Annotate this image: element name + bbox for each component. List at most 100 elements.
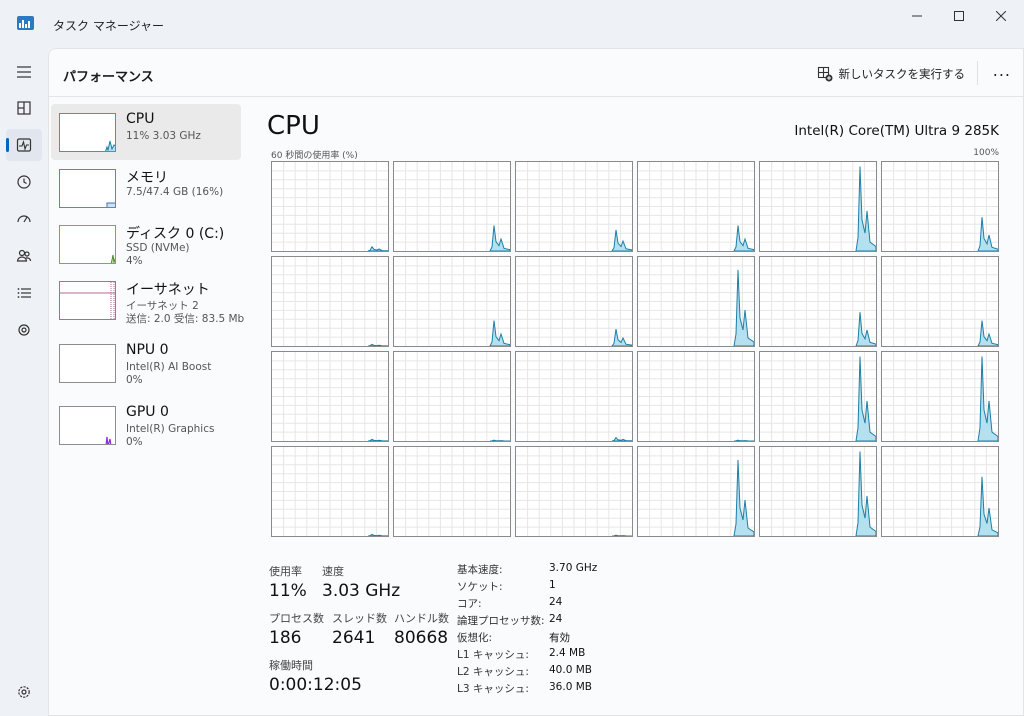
perf-item-ethernet[interactable]: イーサネット イーサネット 2 送信: 2.0 受信: 83.5 Mbps — [51, 272, 244, 334]
core-graph-plot — [760, 352, 876, 441]
info-key: L2 キャッシュ: — [457, 666, 529, 678]
perf-item-name: メモリ — [126, 170, 168, 186]
core-graph — [881, 256, 999, 347]
usage-value: 11% — [269, 581, 307, 601]
perf-item-npu[interactable]: NPU 0 Intel(R) AI Boost 0% — [51, 335, 241, 391]
close-button[interactable] — [978, 0, 1024, 32]
uptime-value: 0:00:12:05 — [269, 675, 362, 695]
core-graph — [881, 161, 999, 252]
core-graph — [637, 351, 755, 442]
perf-item-usage: 0% — [126, 374, 143, 386]
processes-icon — [17, 101, 31, 115]
info-key: 基本速度: — [457, 564, 503, 576]
core-graph — [881, 446, 999, 537]
core-usage-series — [855, 451, 876, 536]
nav-services[interactable] — [6, 314, 42, 346]
handle-count-label: ハンドル数 — [394, 612, 449, 625]
nav-settings[interactable] — [6, 676, 42, 708]
nav-processes[interactable] — [6, 92, 42, 124]
perf-item-name: NPU 0 — [126, 342, 169, 358]
maximize-button[interactable] — [936, 0, 982, 32]
core-graph — [515, 446, 633, 537]
core-graph-plot — [272, 162, 388, 251]
graph-time-label: 60 秒間の使用率 (%) — [271, 151, 358, 161]
thread-count-value: 2641 — [332, 628, 376, 648]
core-usage-series — [855, 312, 876, 346]
nav-performance[interactable] — [6, 129, 42, 161]
core-graph — [393, 256, 511, 347]
core-usage-series — [489, 225, 510, 251]
core-usage-series — [367, 343, 388, 346]
nav-startup-apps[interactable] — [6, 203, 42, 235]
core-graph — [637, 256, 755, 347]
core-usage-series — [733, 459, 754, 536]
performance-list: CPU 11% 3.03 GHz メモリ 7.5/47.4 GB (16%) デ… — [49, 97, 249, 716]
settings-icon — [18, 686, 30, 698]
handle-count-value: 80668 — [394, 628, 449, 648]
nav-app-history[interactable] — [6, 166, 42, 198]
maximize-icon — [954, 11, 964, 21]
core-graph — [881, 351, 999, 442]
usage-label: 使用率 — [269, 565, 302, 578]
core-usage-series — [367, 533, 388, 536]
core-graph — [271, 161, 389, 252]
header-separator — [977, 61, 978, 85]
nav-users[interactable] — [6, 240, 42, 272]
ethernet-thumbnail-graph — [59, 281, 116, 320]
core-graph-plot — [272, 447, 388, 536]
left-navigation — [0, 48, 48, 716]
perf-item-usage: 0% — [126, 436, 143, 448]
core-usage-series — [733, 225, 754, 251]
hamburger-menu-button[interactable] — [6, 56, 42, 88]
info-value: 1 — [549, 579, 556, 591]
npu-thumbnail-graph — [59, 344, 116, 383]
core-usage-series — [367, 245, 388, 251]
info-key: L1 キャッシュ: — [457, 649, 529, 661]
core-graph — [515, 161, 633, 252]
run-new-task-label: 新しいタスクを実行する — [838, 67, 966, 81]
perf-item-gpu[interactable]: GPU 0 Intel(R) Graphics 0% — [51, 397, 241, 453]
info-key: 仮想化: — [457, 632, 493, 644]
core-usage-series — [367, 438, 388, 441]
perf-item-cpu[interactable]: CPU 11% 3.03 GHz — [51, 104, 241, 160]
nav-details[interactable] — [6, 277, 42, 309]
perf-item-memory[interactable]: メモリ 7.5/47.4 GB (16%) — [51, 160, 241, 216]
core-usage-series — [733, 439, 754, 441]
core-graph-plot — [272, 257, 388, 346]
info-value: 2.4 MB — [549, 647, 586, 659]
process-count-label: プロセス数 — [269, 612, 324, 625]
core-graph-plot — [760, 162, 876, 251]
info-key: 論理プロセッサ数: — [457, 615, 545, 627]
cpu-model-name: Intel(R) Core(TM) Ultra 9 285K — [794, 123, 999, 139]
info-key: ソケット: — [457, 581, 503, 593]
core-graph-plot — [882, 162, 998, 251]
perf-item-detail: 7.5/47.4 GB (16%) — [126, 186, 224, 198]
core-graph — [271, 256, 389, 347]
more-options-button[interactable]: ... — [993, 61, 1011, 80]
perf-item-throughput: 送信: 2.0 受信: 83.5 Mbps — [126, 313, 244, 325]
core-graph-plot — [638, 257, 754, 346]
core-graph — [515, 256, 633, 347]
core-usage-series — [855, 356, 876, 441]
core-usage-series — [489, 439, 510, 441]
disk-thumbnail-graph — [59, 225, 116, 264]
core-graph-plot — [882, 257, 998, 346]
run-new-task-button[interactable]: 新しいタスクを実行する — [817, 63, 966, 85]
title-bar: タスク マネージャー — [0, 0, 1024, 48]
users-icon — [16, 249, 32, 262]
speed-value: 3.03 GHz — [322, 581, 401, 601]
perf-item-disk[interactable]: ディスク 0 (C:) SSD (NVMe) 4% — [51, 216, 241, 272]
speed-label: 速度 — [322, 565, 344, 578]
core-graph-plot — [272, 352, 388, 441]
core-graph — [637, 446, 755, 537]
core-graph — [515, 351, 633, 442]
uptime-label: 稼働時間 — [269, 659, 313, 672]
core-usage-series — [855, 166, 876, 251]
new-task-icon — [817, 66, 832, 82]
core-graph — [759, 446, 877, 537]
core-graph-plot — [516, 447, 632, 536]
minimize-button[interactable] — [894, 0, 940, 32]
memory-thumbnail-graph — [59, 169, 116, 208]
info-value: 36.0 MB — [549, 681, 592, 693]
core-graph-plot — [516, 257, 632, 346]
